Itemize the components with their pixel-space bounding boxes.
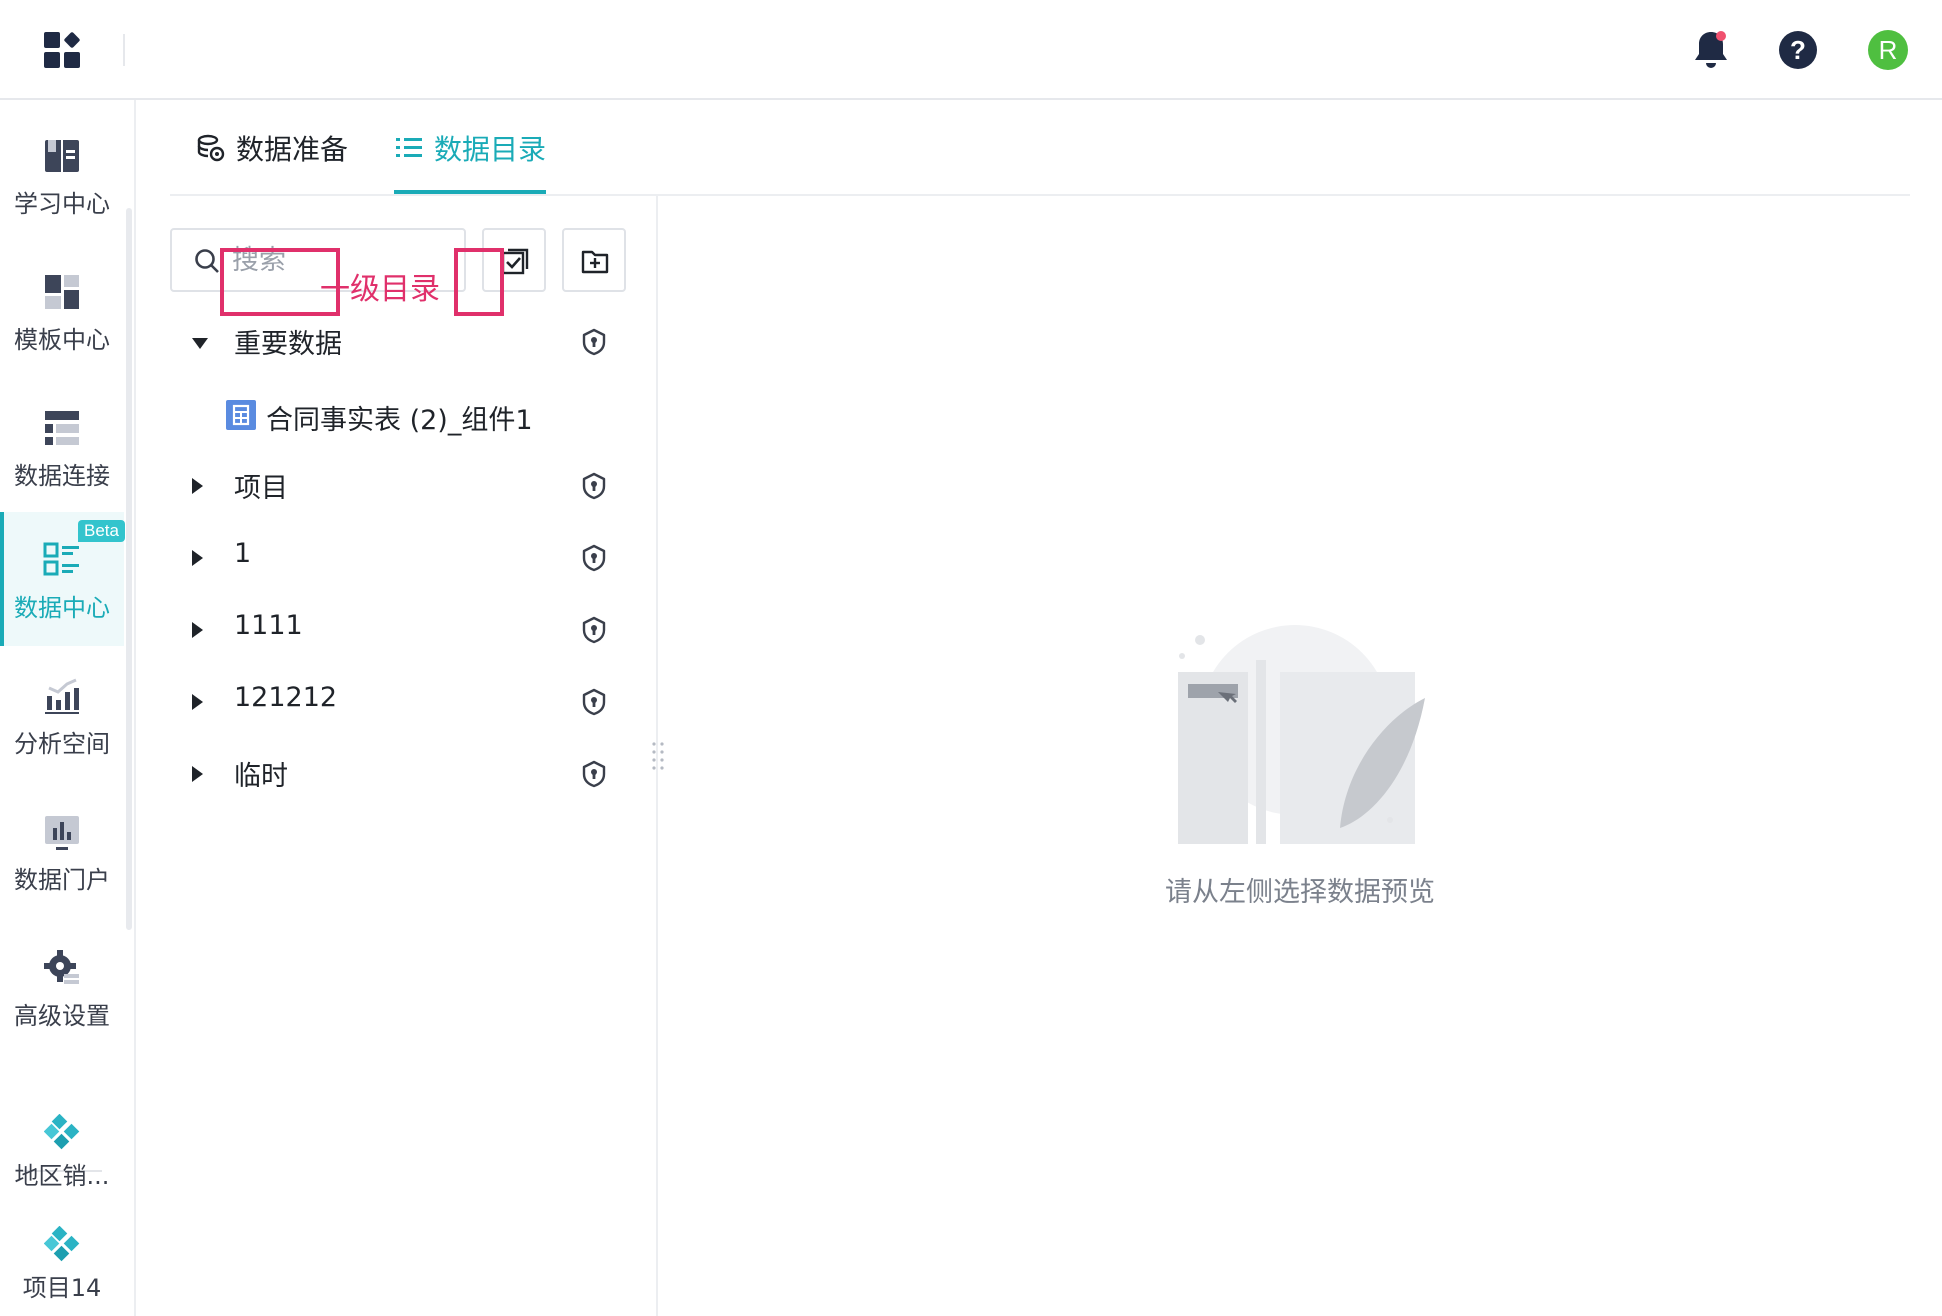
- empty-state-illustration: [1178, 625, 1425, 844]
- beta-badge: Beta: [78, 520, 125, 542]
- top-bar: ? R: [0, 0, 1942, 100]
- sidebar-item-label: 高级设置: [14, 1002, 110, 1030]
- sidebar-item-label: 学习中心: [14, 190, 110, 218]
- settings-icon: [44, 950, 79, 984]
- main-tabs: 数据准备 数据目录: [170, 100, 1910, 196]
- caret-right-icon[interactable]: [192, 766, 203, 782]
- caret-right-icon[interactable]: [192, 622, 203, 638]
- sidebar-item-data-center[interactable]: Beta 数据中心: [0, 512, 125, 646]
- tree-folder-row[interactable]: 1111: [170, 598, 630, 662]
- tree-folder-row[interactable]: 1: [170, 526, 630, 590]
- avatar[interactable]: R: [1868, 30, 1908, 70]
- tree-folder-row[interactable]: 临时: [170, 742, 630, 806]
- caret-right-icon[interactable]: [192, 694, 203, 710]
- tab-data-prep[interactable]: 数据准备: [196, 128, 356, 194]
- shield-permission-icon[interactable]: [580, 544, 608, 572]
- project-diamond-icon: [44, 1226, 80, 1262]
- shield-permission-icon[interactable]: [580, 688, 608, 716]
- tab-data-catalog[interactable]: 数据目录: [394, 128, 546, 194]
- new-folder-button[interactable]: [562, 228, 626, 292]
- caret-right-icon[interactable]: [192, 550, 203, 566]
- sidebar-item-analysis[interactable]: 分析空间: [0, 648, 124, 782]
- sidebar-item-label: 模板中心: [14, 326, 110, 354]
- sidebar-item-templates[interactable]: 模板中心: [0, 244, 124, 378]
- folder-add-icon: [581, 250, 609, 274]
- sidebar-item-learning[interactable]: 学习中心: [0, 108, 124, 242]
- data-prep-icon: [197, 134, 225, 162]
- sidebar-project-item[interactable]: 项目14: [0, 1226, 124, 1316]
- tree-folder-name: 1: [234, 538, 252, 569]
- sidebar-item-connection[interactable]: 数据连接: [0, 380, 124, 514]
- empty-state-message: 请从左侧选择数据预览: [1165, 877, 1435, 908]
- checkbox-batch-icon: [501, 248, 529, 275]
- tree-folder-row[interactable]: 121212: [170, 670, 630, 734]
- annotation-label: 一级目录: [320, 272, 440, 307]
- app-menu-icon[interactable]: [42, 30, 82, 70]
- tree-folder-name: 临时: [234, 761, 288, 792]
- sidebar-scrollbar[interactable]: [126, 208, 132, 930]
- search-icon: [195, 249, 219, 273]
- shield-permission-icon[interactable]: [580, 616, 608, 644]
- sidebar-item-label: 数据门户: [14, 866, 110, 894]
- sidebar-item-settings[interactable]: 高级设置: [0, 920, 124, 1054]
- project-label: 项目14: [22, 1274, 102, 1302]
- tree-table-row[interactable]: 合同事实表 (2)_组件1: [170, 386, 630, 450]
- sidebar-item-portal[interactable]: 数据门户: [0, 784, 124, 918]
- list-icon: [396, 138, 422, 157]
- tree-folder-name: 121212: [234, 682, 338, 713]
- tab-label: 数据准备: [236, 133, 349, 166]
- analysis-icon: [45, 678, 79, 714]
- svg-text:?: ?: [1790, 35, 1806, 65]
- bell-icon[interactable]: [1690, 28, 1732, 72]
- highlight-box-shield: [454, 248, 504, 316]
- project-label: 地区销...: [14, 1162, 110, 1190]
- tree-folder-row[interactable]: 项目: [170, 454, 630, 518]
- connection-icon: [45, 411, 79, 445]
- tree-folder-name: 重要数据: [234, 329, 342, 360]
- tree-folder-name: 1111: [234, 610, 303, 641]
- data-center-icon: [43, 542, 79, 576]
- help-icon[interactable]: ?: [1778, 30, 1818, 70]
- table-icon: [226, 400, 256, 430]
- sidebar-item-label: 数据中心: [14, 594, 110, 622]
- book-icon: [45, 140, 79, 172]
- portal-icon: [45, 816, 79, 850]
- top-divider: [123, 34, 125, 66]
- template-icon: [45, 275, 79, 309]
- shield-permission-icon[interactable]: [580, 760, 608, 788]
- caret-right-icon[interactable]: [192, 478, 203, 494]
- tree-folder-row[interactable]: 重要数据: [170, 310, 630, 374]
- sidebar-item-label: 分析空间: [14, 730, 110, 758]
- tree-table-name: 合同事实表 (2)_组件1: [266, 405, 533, 436]
- sidebar-item-label: 数据连接: [14, 462, 110, 490]
- project-diamond-icon: [44, 1114, 80, 1150]
- sidebar-project-item[interactable]: 地区销...: [0, 1114, 124, 1214]
- sidebar: 学习中心 模板中心 数据连接 Beta 数据中心 分析空间 数据门户 高级设置 …: [0, 100, 136, 1316]
- tree-folder-name: 项目: [234, 473, 288, 504]
- tab-label: 数据目录: [434, 133, 547, 166]
- caret-down-icon[interactable]: [192, 338, 208, 349]
- shield-permission-icon[interactable]: [580, 472, 608, 500]
- panel-resize-handle[interactable]: [648, 740, 668, 772]
- shield-permission-icon[interactable]: [580, 328, 608, 356]
